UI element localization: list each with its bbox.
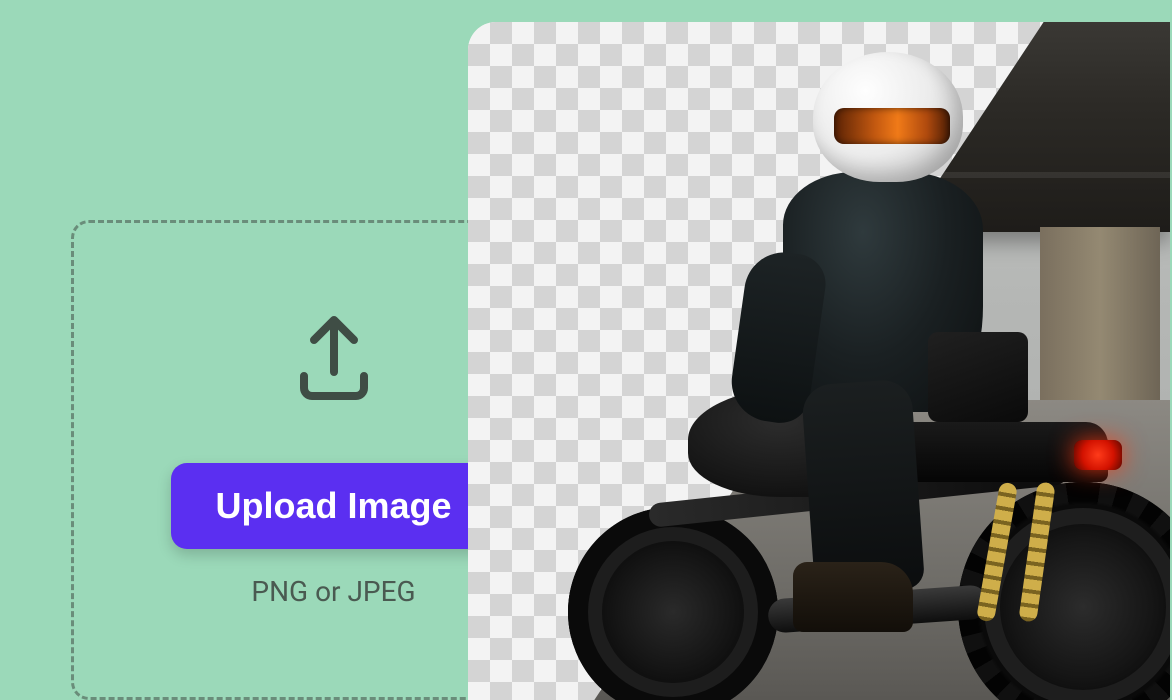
upload-image-button[interactable]: Upload Image	[171, 463, 495, 549]
preview-image-card	[468, 22, 1170, 700]
upload-icon	[279, 303, 389, 413]
upload-hint: PNG or JPEG	[251, 575, 415, 608]
